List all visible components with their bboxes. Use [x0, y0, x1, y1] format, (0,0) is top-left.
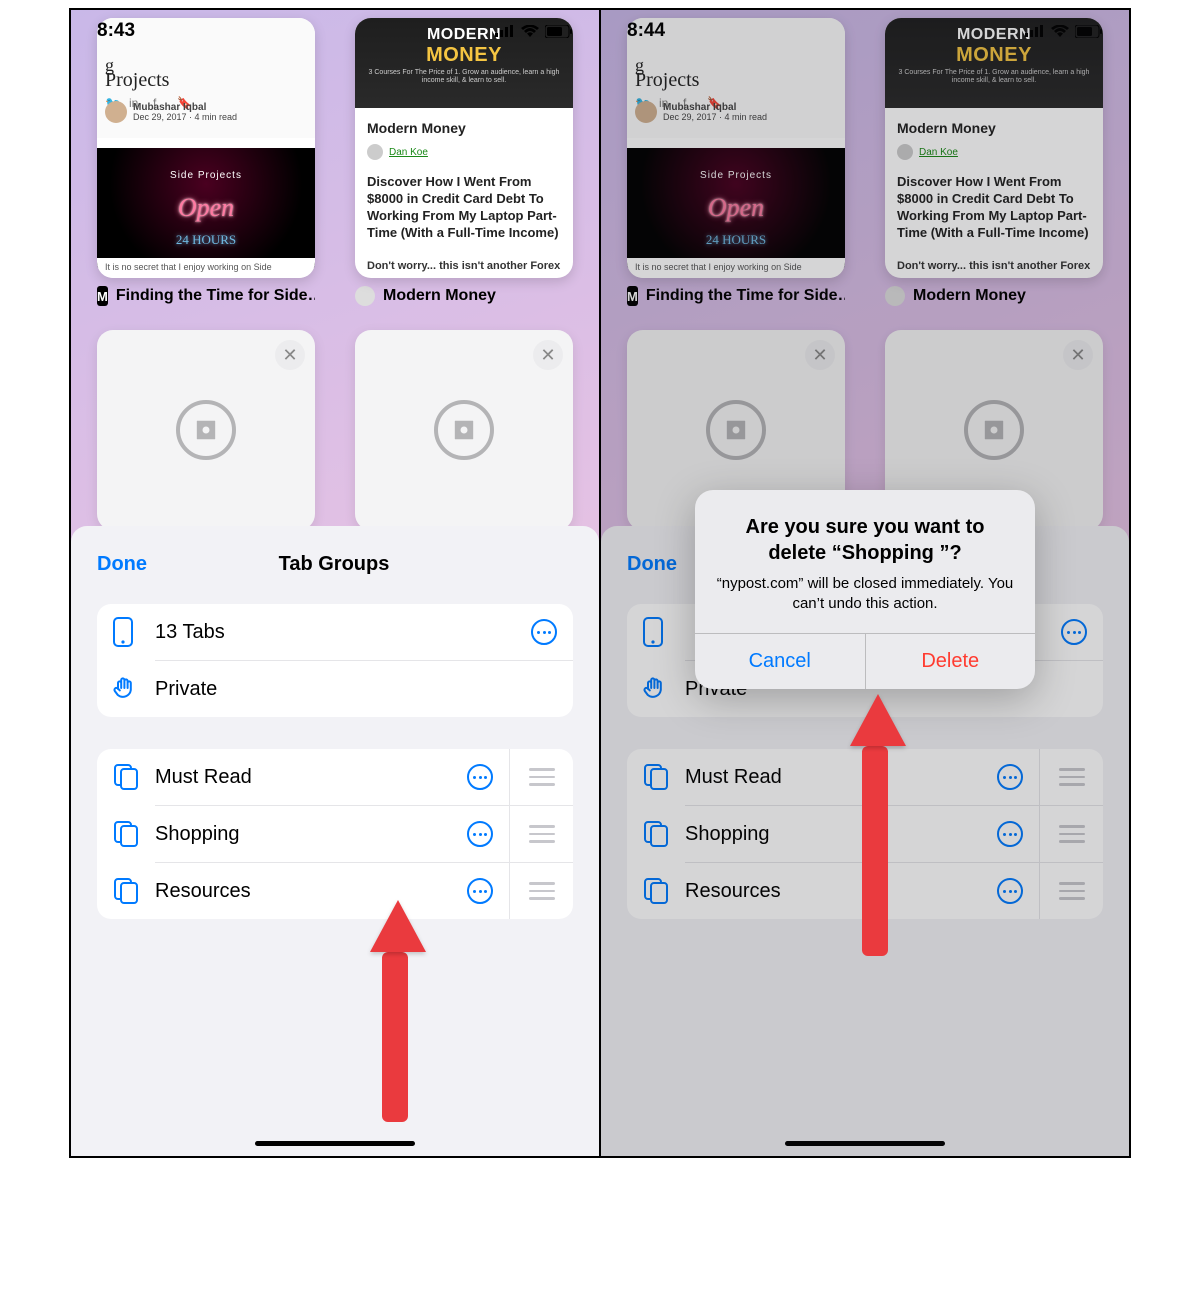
annotation-arrow: [370, 900, 420, 1122]
delete-confirmation-alert: Are you sure you want to delete “Shoppin…: [695, 490, 1035, 689]
compass-icon: [434, 400, 494, 460]
tab-group-row-mustread[interactable]: Must Read: [97, 749, 573, 805]
tab-card[interactable]: ✕: [355, 330, 573, 530]
signal-icon: [495, 25, 515, 37]
status-indicators: [495, 20, 573, 42]
tab-groups-sheet: Done Tab Groups 13 Tabs Private Must Rea…: [71, 526, 599, 1156]
more-icon[interactable]: [531, 619, 557, 645]
cancel-button[interactable]: Cancel: [695, 634, 866, 689]
tab-group-row-resources[interactable]: Resources: [97, 863, 573, 919]
more-icon[interactable]: [467, 764, 493, 790]
phone-right: 8:44 g Projects 🐦inf🔖 Mubashar IqbalDec …: [599, 10, 1129, 1156]
annotation-arrow: [850, 694, 900, 956]
tab-card[interactable]: MODERN MONEY 3 Courses For The Price of …: [355, 18, 573, 306]
alert-title: Are you sure you want to delete “Shoppin…: [715, 514, 1015, 566]
delete-button[interactable]: Delete: [866, 634, 1036, 689]
more-icon[interactable]: [467, 821, 493, 847]
sheet-title: Tab Groups: [95, 553, 573, 576]
home-indicator[interactable]: [255, 1141, 415, 1146]
rectangles-icon: [113, 877, 155, 905]
status-bar: 8:43: [71, 20, 599, 42]
iphone-icon: [113, 617, 155, 647]
alert-message: “nypost.com” will be closed immediately.…: [715, 574, 1015, 615]
rectangles-icon: [113, 820, 155, 848]
hand-icon: [113, 676, 155, 702]
tab-title: Finding the Time for Side…: [116, 287, 315, 305]
row-label: Must Read: [155, 766, 467, 789]
rectangles-icon: [113, 763, 155, 791]
tab-group-section-custom: Must Read Shopping Resources: [97, 749, 573, 919]
wifi-icon: [521, 25, 539, 37]
more-icon[interactable]: [467, 878, 493, 904]
drag-handle-icon[interactable]: [509, 863, 573, 919]
tab-card[interactable]: g Projects 🐦inf🔖 Mubashar IqbalDec 29, 2…: [97, 18, 315, 306]
tab-thumbnail: g Projects 🐦inf🔖 Mubashar IqbalDec 29, 2…: [97, 18, 315, 278]
tab-group-row-all-tabs[interactable]: 13 Tabs: [97, 604, 573, 660]
compass-icon: [176, 400, 236, 460]
drag-handle-icon[interactable]: [509, 749, 573, 805]
tab-thumbnail: MODERN MONEY 3 Courses For The Price of …: [355, 18, 573, 278]
close-icon[interactable]: ✕: [275, 340, 305, 370]
row-label: Shopping: [155, 823, 467, 846]
tab-title: Modern Money: [383, 287, 496, 305]
favicon-icon: [355, 286, 375, 306]
row-label: Private: [155, 678, 557, 701]
drag-handle-icon[interactable]: [509, 806, 573, 862]
row-label: 13 Tabs: [155, 621, 531, 644]
tab-group-section-local: 13 Tabs Private: [97, 604, 573, 717]
tab-group-row-shopping[interactable]: Shopping: [97, 806, 573, 862]
phone-left: 8:43 g Projects 🐦inf🔖 Mubashar IqbalDec …: [71, 10, 599, 1156]
tab-group-row-private[interactable]: Private: [97, 661, 573, 717]
close-icon[interactable]: ✕: [533, 340, 563, 370]
tab-grid: g Projects 🐦inf🔖 Mubashar IqbalDec 29, 2…: [71, 10, 599, 550]
favicon-icon: M: [97, 286, 108, 306]
battery-icon: [545, 25, 573, 38]
tab-card[interactable]: ✕: [97, 330, 315, 530]
status-time: 8:43: [97, 20, 135, 42]
